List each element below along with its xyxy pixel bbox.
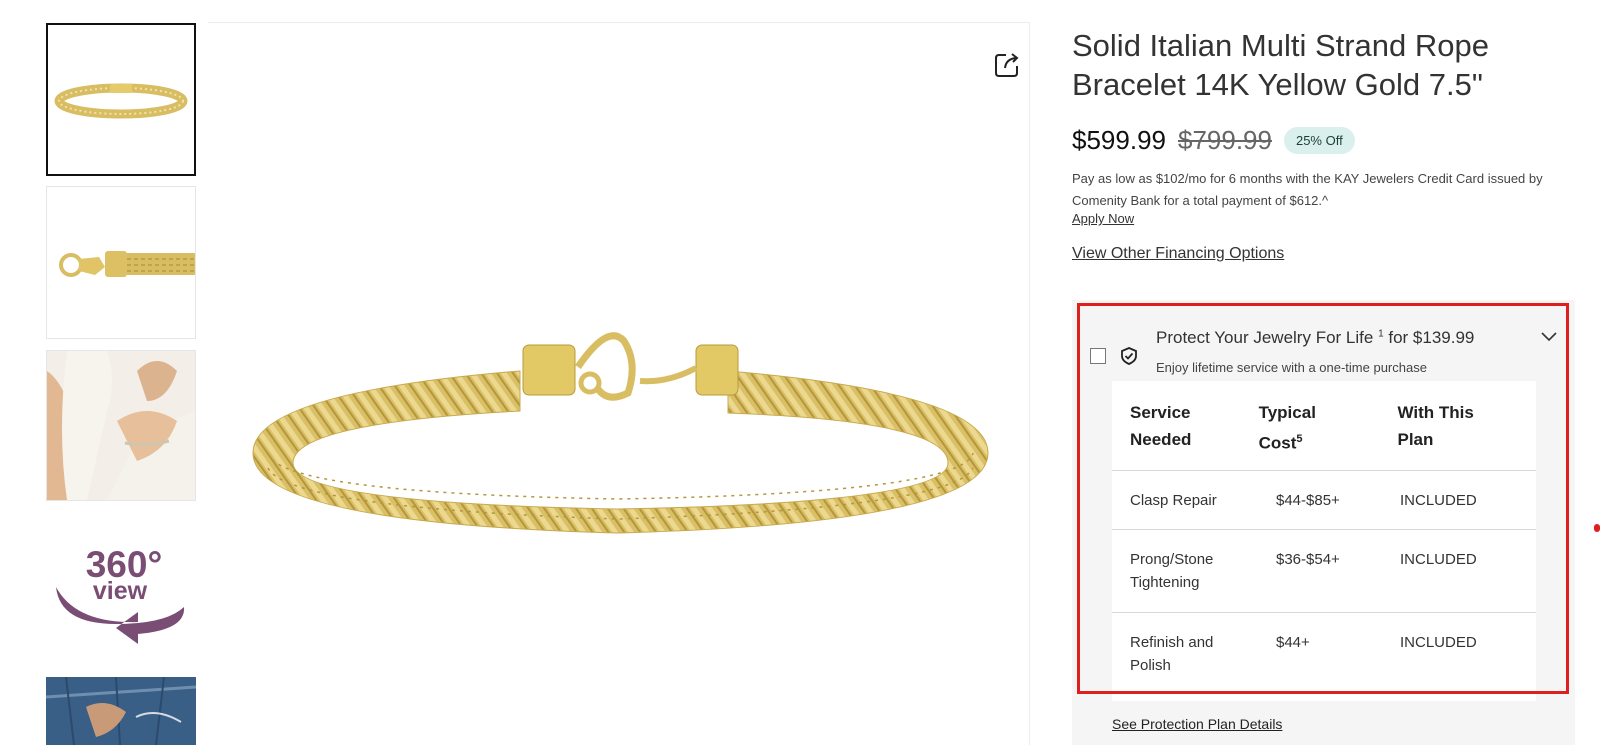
table-row: Refinish and Polish $44+ INCLUDED xyxy=(1112,613,1536,701)
share-icon[interactable] xyxy=(992,50,1022,80)
original-price: $799.99 xyxy=(1177,124,1272,155)
chevron-down-icon[interactable] xyxy=(1540,330,1558,344)
plan-coverage: INCLUDED xyxy=(1400,634,1477,651)
typical-cost: $44+ xyxy=(1276,634,1310,651)
table-row: Prong/Stone Tightening $36-$54+ INCLUDED xyxy=(1112,530,1536,613)
plan-coverage: INCLUDED xyxy=(1400,492,1477,509)
protection-plan-title: Protect Your Jewelry For Life xyxy=(1156,328,1374,347)
header-typical-cost-footnote: 5 xyxy=(1296,433,1303,445)
header-typical-cost: Typical Cost5 xyxy=(1259,399,1398,470)
view-other-financing-link[interactable]: View Other Financing Options xyxy=(1072,245,1284,263)
thumbnail-360-view[interactable]: 360° view xyxy=(46,512,196,665)
thumbnail-bracelet-clasp-image xyxy=(59,251,195,277)
plan-coverage: INCLUDED xyxy=(1400,551,1477,568)
thumbnail-bracelet-clasp[interactable] xyxy=(46,186,196,339)
thumbnail-bracelet-front[interactable] xyxy=(46,23,196,176)
thumbnail-denim-lifestyle[interactable] xyxy=(46,677,196,745)
view-360-label-bottom: view xyxy=(93,577,148,605)
bracelet-main-image xyxy=(252,332,989,534)
protection-plan-subtext: Enjoy lifetime service with a one-time p… xyxy=(1156,360,1427,375)
protection-plan-footnote: 1 xyxy=(1378,328,1384,340)
see-protection-plan-details-link[interactable]: See Protection Plan Details xyxy=(1112,716,1282,732)
typical-cost: $36-$54+ xyxy=(1276,551,1340,568)
product-title: Solid Italian Multi Strand Rope Bracelet… xyxy=(1072,28,1490,102)
service-name: Prong/Stone Tightening xyxy=(1130,551,1214,591)
view-360-icon: 360° view xyxy=(56,544,185,644)
typical-cost: $44-$85+ xyxy=(1276,492,1340,509)
shield-check-icon xyxy=(1121,347,1137,365)
thumbnail-bracelet-front-image xyxy=(54,83,188,119)
header-typical-cost-label: Typical Cost xyxy=(1258,403,1316,453)
thumbnail-denim-lifestyle-image xyxy=(46,677,196,745)
protection-plan-heading[interactable]: Protect Your Jewelry For Life 1 for $139… xyxy=(1156,328,1474,348)
edge-indicator xyxy=(1594,524,1600,532)
protection-plan-price: for $139.99 xyxy=(1388,328,1475,347)
discount-badge: 25% Off xyxy=(1283,126,1355,154)
main-product-image[interactable] xyxy=(208,22,1030,745)
thumbnail-bracelet-on-wrist[interactable] xyxy=(46,350,196,501)
apply-now-link[interactable]: Apply Now xyxy=(1072,211,1134,226)
protection-plan-checkbox[interactable] xyxy=(1090,348,1106,364)
protection-plan-table: Service Needed Typical Cost5 With This P… xyxy=(1112,381,1536,701)
price-row: $599.99 $799.99 25% Off xyxy=(1072,122,1355,158)
service-name: Refinish and Polish xyxy=(1130,634,1214,674)
current-price: $599.99 xyxy=(1072,124,1166,155)
header-service-needed: Service Needed xyxy=(1130,403,1192,449)
thumbnail-bracelet-on-wrist-image xyxy=(47,351,195,500)
table-header-row: Service Needed Typical Cost5 With This P… xyxy=(1112,381,1536,471)
financing-text: Pay as low as $102/mo for 6 months with … xyxy=(1072,171,1543,208)
header-with-this-plan: With This Plan xyxy=(1397,403,1474,449)
service-name: Clasp Repair xyxy=(1130,492,1217,509)
table-row: Clasp Repair $44-$85+ INCLUDED xyxy=(1112,471,1536,530)
